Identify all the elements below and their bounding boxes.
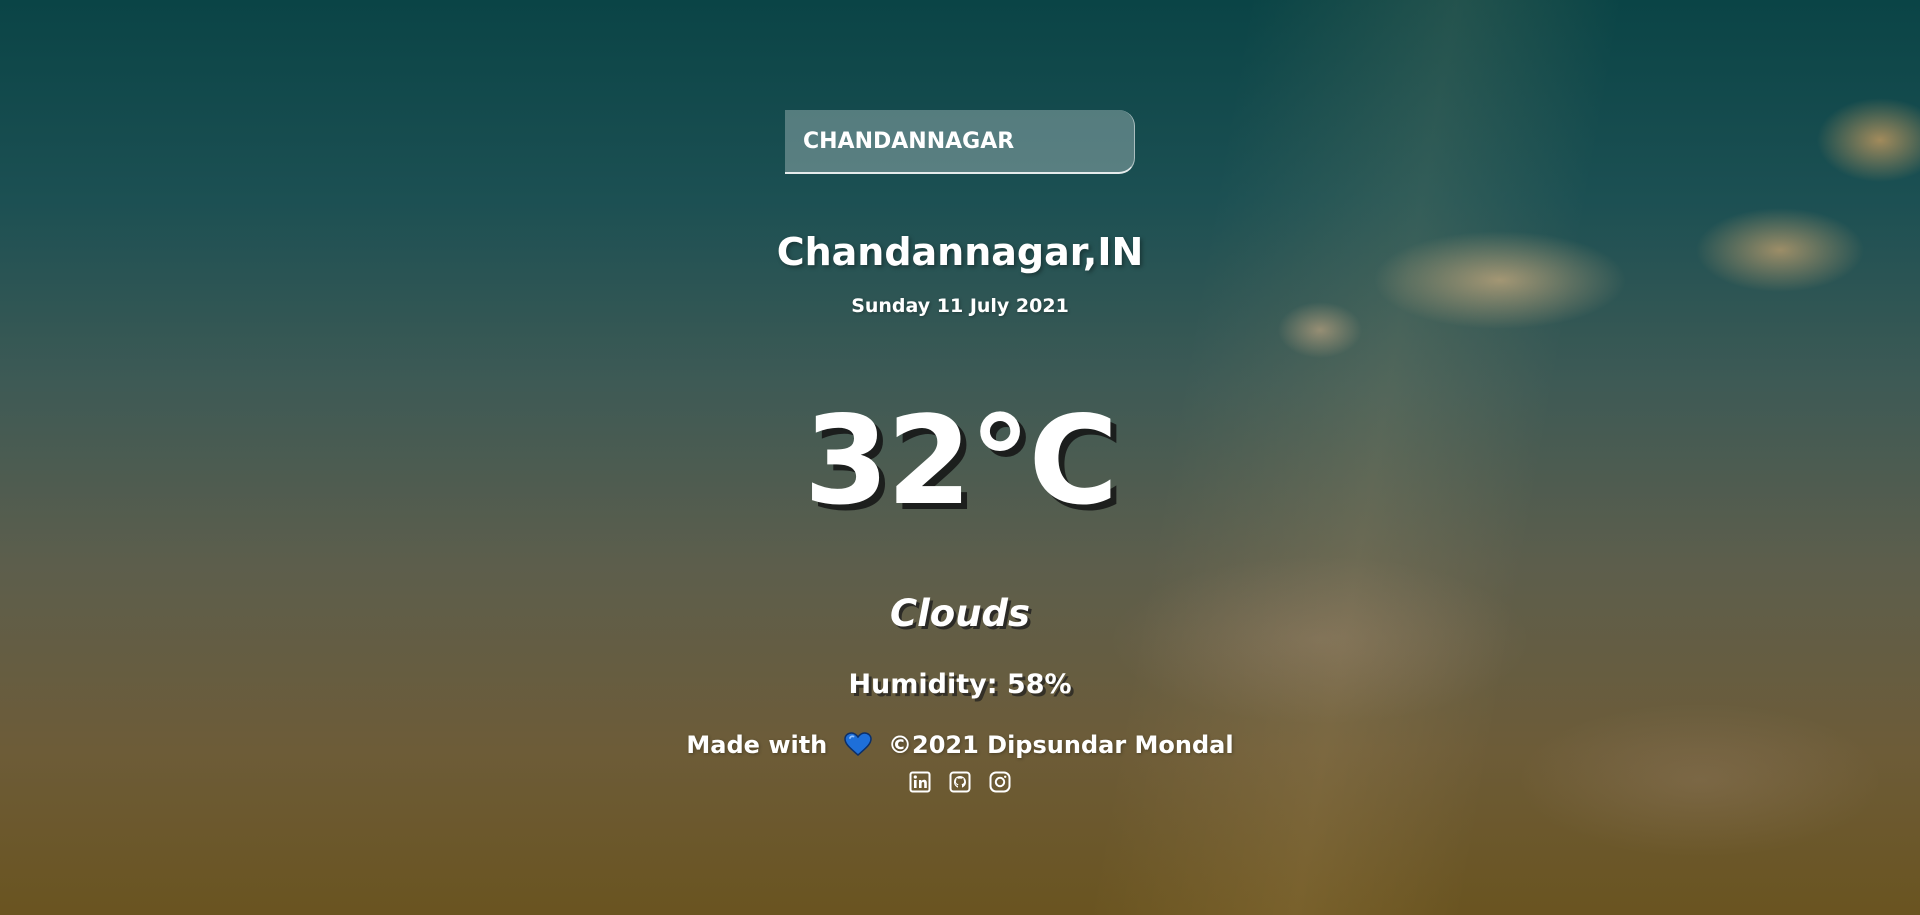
location-title: Chandannagar,IN — [776, 230, 1144, 274]
weather-app: Chandannagar,IN Sunday 11 July 2021 32°C… — [0, 0, 1920, 915]
footer-credit: Made with ©2021 Dipsundar Mondal — [0, 731, 1920, 762]
linkedin-icon — [909, 771, 931, 797]
github-link[interactable] — [948, 771, 973, 796]
humidity-label: Humidity: 58% — [848, 669, 1072, 700]
social-links — [0, 771, 1920, 796]
made-with-text: Made with — [686, 731, 828, 759]
copyright-text: ©2021 Dipsundar Mondal — [888, 731, 1234, 759]
instagram-icon — [989, 771, 1011, 797]
weather-condition: Clouds — [889, 592, 1031, 635]
instagram-link[interactable] — [988, 771, 1013, 796]
blue-heart-icon — [843, 732, 872, 762]
city-search-input[interactable] — [785, 110, 1135, 174]
linkedin-link[interactable] — [908, 771, 933, 796]
github-icon — [949, 771, 971, 797]
date-label: Sunday 11 July 2021 — [851, 295, 1069, 317]
temperature-display: 32°C — [803, 390, 1118, 532]
